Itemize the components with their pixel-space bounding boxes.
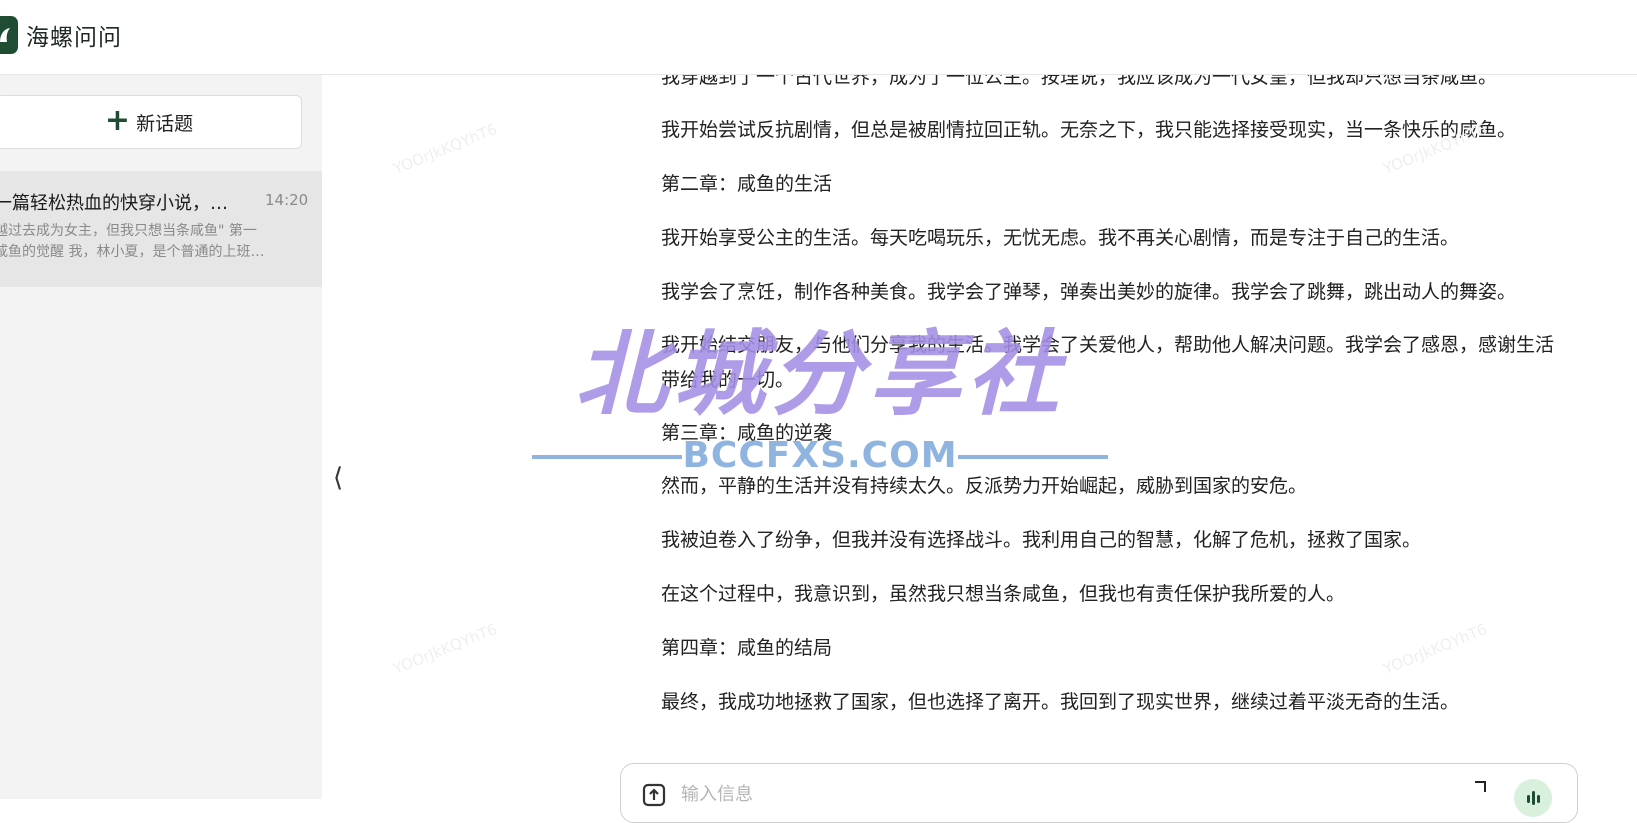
conversation-item[interactable]: 一篇轻松热血的快穿小说，标… 14:20 越过去成为女主，但我只想当条咸鱼" 第…	[0, 171, 322, 287]
message-paragraph: 最终，我成功地拯救了国家，但也选择了离开。我回到了现实世界，继续过着平淡无奇的生…	[661, 691, 1460, 713]
message-paragraph: 我开始结交朋友，与他们分享我的生活。我学会了关爱他人，帮助他人解决问题。我学会了…	[661, 334, 1555, 391]
message-paragraph: 我开始享受公主的生活。每天吃喝玩乐，无忧无虑。我不再关心剧情，而是专注于自己的生…	[661, 227, 1460, 249]
new-topic-label: 新话题	[136, 112, 194, 135]
app-title: 海螺问问	[26, 25, 122, 51]
sidebar: + 新话题 一篇轻松热血的快穿小说，标… 14:20 越过去成为女主，但我只想当…	[0, 75, 322, 799]
conversation-snippet-line: 越过去成为女主，但我只想当条咸鱼" 第一	[0, 223, 257, 239]
message-input-bar	[620, 763, 1578, 823]
chat-content: 我穿越到了一个古代世界，成为了一位公主。按理说，我应该成为一代女皇，但我却只想当…	[322, 75, 1637, 799]
voice-button[interactable]	[1514, 779, 1552, 817]
message-input[interactable]	[679, 778, 1383, 810]
attachment-icon[interactable]	[641, 782, 667, 812]
conversation-time: 14:20	[265, 191, 309, 209]
conversation-title: 一篇轻松热血的快穿小说，标…	[0, 193, 244, 214]
app-header: 海螺问问	[0, 0, 1637, 75]
chapter-heading: 第三章：咸鱼的逆袭	[661, 422, 833, 444]
conversation-snippet: 越过去成为女主，但我只想当条咸鱼" 第一 咸鱼的觉醒 我，林小夏，是个普通的上班…	[0, 221, 296, 263]
chapter-heading: 第二章：咸鱼的生活	[661, 173, 833, 195]
message-paragraph: 在这个过程中，我意识到，虽然我只想当条咸鱼，但我也有责任保护我所爱的人。	[661, 583, 1346, 605]
message-paragraph: 我穿越到了一个古代世界，成为了一位公主。按理说，我应该成为一代女皇，但我却只想当…	[661, 75, 1498, 88]
new-topic-button[interactable]: + 新话题	[0, 95, 302, 149]
voice-icon	[1527, 791, 1540, 805]
message-paragraph: 我学会了烹饪，制作各种美食。我学会了弹琴，弹奏出美妙的旋律。我学会了跳舞，跳出动…	[661, 281, 1517, 303]
message-paragraph: 然而，平静的生活并没有持续太久。反派势力开始崛起，威胁到国家的安危。	[661, 475, 1308, 497]
conversation-snippet-line: 咸鱼的觉醒 我，林小夏，是个普通的上班…	[0, 244, 265, 260]
plus-icon: +	[104, 102, 131, 138]
message-paragraph: 我被迫卷入了纷争，但我并没有选择战斗。我利用自己的智慧，化解了危机，拯救了国家。	[661, 529, 1422, 551]
hailuo-logo-icon[interactable]	[0, 16, 18, 54]
